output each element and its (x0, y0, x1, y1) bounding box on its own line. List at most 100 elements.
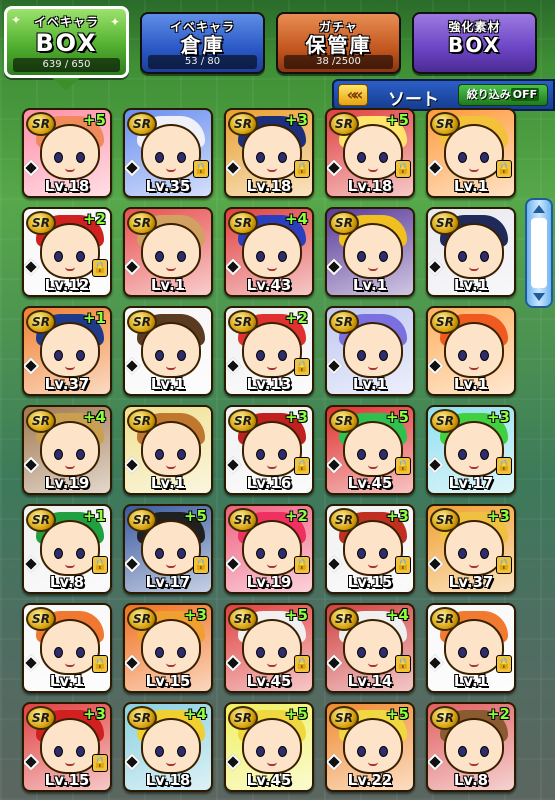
character-card[interactable]: SR +3 Lv.15 (123, 603, 213, 693)
character-eye (379, 350, 388, 361)
lock-icon: 🔒 (92, 259, 108, 277)
character-card[interactable]: SR Lv.1 (123, 306, 213, 396)
character-card[interactable]: SR +3 🔒 Lv.18 (224, 108, 314, 198)
card-level: Lv.17 (448, 474, 494, 492)
character-card[interactable]: SR +5 🔒 Lv.45 (224, 603, 314, 693)
tab-gacha-storage[interactable]: ガチャ 保管庫 38 /2500 (276, 12, 401, 74)
bonus-level: +4 (284, 210, 308, 228)
character-card[interactable]: SR +3 🔒 Lv.15 (22, 702, 112, 792)
character-eye (256, 647, 265, 658)
filter-button[interactable]: 絞り込み OFF (458, 84, 548, 106)
character-eye (76, 251, 85, 262)
sort-button[interactable]: ソート (388, 85, 439, 110)
diamond-icon (327, 654, 343, 672)
character-card[interactable]: SR 🔒 Lv.35 (123, 108, 213, 198)
character-eye (278, 251, 287, 262)
character-eye (177, 746, 186, 757)
character-card[interactable]: SR +4 Lv.43 (224, 207, 314, 297)
character-card[interactable]: SR +3 🔒 Lv.17 (426, 405, 516, 495)
character-card[interactable]: SR +4 🔒 Lv.14 (325, 603, 415, 693)
scrollbar[interactable] (525, 198, 553, 308)
character-card[interactable]: SR +2 Lv.8 (426, 702, 516, 792)
bonus-level: +3 (284, 408, 308, 426)
bonus-level: +5 (284, 606, 308, 624)
character-eye (177, 548, 186, 559)
diamond-icon (125, 555, 141, 573)
sparkle-icon: ✦ (109, 15, 120, 29)
bonus-level: +5 (183, 507, 207, 525)
character-card[interactable]: SR +5 Lv.45 (224, 702, 314, 792)
character-card[interactable]: SR +5 Lv.22 (325, 702, 415, 792)
character-card[interactable]: SR +4 Lv.18 (123, 702, 213, 792)
character-eye (54, 548, 63, 559)
character-eye (458, 548, 467, 559)
bonus-level: +3 (183, 606, 207, 624)
scroll-up-icon (533, 205, 545, 213)
character-card[interactable]: SR 🔒 Lv.1 (426, 108, 516, 198)
character-card[interactable]: SR +2 🔒 Lv.12 (22, 207, 112, 297)
bonus-level: +4 (183, 705, 207, 723)
character-eye (155, 746, 164, 757)
filter-state: OFF (510, 88, 540, 101)
lock-icon: 🔒 (496, 655, 512, 673)
character-eye (76, 647, 85, 658)
card-level: Lv.22 (347, 771, 393, 789)
character-card[interactable]: SR Lv.1 (123, 405, 213, 495)
character-eye (480, 548, 489, 559)
character-eye (458, 152, 467, 163)
character-card[interactable]: SR +3 🔒 Lv.15 (325, 504, 415, 594)
tab-event-chara-warehouse[interactable]: イベキャラ 倉庫 53 / 80 (140, 12, 265, 74)
character-eye (357, 350, 366, 361)
character-card[interactable]: SR 🔒 Lv.1 (22, 603, 112, 693)
diamond-icon (24, 159, 40, 177)
bonus-level: +3 (284, 111, 308, 129)
character-card[interactable]: SR +5 🔒 Lv.18 (325, 108, 415, 198)
sr-rarity-badge: SR (127, 310, 157, 334)
card-level: Lv.1 (453, 177, 489, 195)
character-card[interactable]: SR Lv.1 (123, 207, 213, 297)
character-eye (155, 548, 164, 559)
tab-event-chara-box[interactable]: イベキャラ BOX 639 / 650 ✦ ✦ (4, 6, 129, 78)
character-eye (76, 746, 85, 757)
character-card[interactable]: SR +5 🔒 Lv.17 (123, 504, 213, 594)
diamond-icon (226, 456, 242, 474)
character-card[interactable]: SR +2 🔒 Lv.13 (224, 306, 314, 396)
character-eye (458, 449, 467, 460)
character-card[interactable]: SR +1 Lv.37 (22, 306, 112, 396)
character-card[interactable]: SR 🔒 Lv.1 (426, 603, 516, 693)
tab-material-box[interactable]: 強化素材 BOX (412, 12, 537, 74)
scrollbar-grip[interactable] (531, 218, 547, 288)
card-level: Lv.1 (453, 672, 489, 690)
bonus-level: +3 (385, 507, 409, 525)
double-chevron-left-icon[interactable]: «« (338, 84, 368, 106)
card-level: Lv.1 (453, 375, 489, 393)
character-card[interactable]: SR +5 Lv.18 (22, 108, 112, 198)
lock-icon: 🔒 (395, 160, 411, 178)
character-card[interactable]: SR +3 🔒 Lv.16 (224, 405, 314, 495)
character-eye (177, 350, 186, 361)
character-card[interactable]: SR Lv.1 (325, 306, 415, 396)
sr-rarity-badge: SR (26, 508, 56, 532)
tab-count: 38 /2500 (284, 55, 393, 69)
lock-icon: 🔒 (294, 358, 310, 376)
character-eye (458, 647, 467, 658)
character-card[interactable]: SR +3 🔒 Lv.37 (426, 504, 516, 594)
diamond-icon (428, 159, 444, 177)
character-card[interactable]: SR +2 🔒 Lv.19 (224, 504, 314, 594)
character-card[interactable]: SR Lv.1 (325, 207, 415, 297)
character-card[interactable]: SR Lv.1 (426, 306, 516, 396)
character-eye (278, 647, 287, 658)
lock-icon: 🔒 (92, 754, 108, 772)
character-card[interactable]: SR +1 🔒 Lv.8 (22, 504, 112, 594)
character-eye (155, 647, 164, 658)
sr-rarity-badge: SR (329, 409, 359, 433)
character-card[interactable]: SR +5 🔒 Lv.45 (325, 405, 415, 495)
sr-rarity-badge: SR (329, 607, 359, 631)
character-card[interactable]: SR Lv.1 (426, 207, 516, 297)
bonus-level: +1 (82, 507, 106, 525)
card-level: Lv.1 (150, 276, 186, 294)
character-card[interactable]: SR +4 Lv.19 (22, 405, 112, 495)
card-level: Lv.35 (145, 177, 191, 195)
sr-rarity-badge: SR (26, 607, 56, 631)
diamond-icon (327, 456, 343, 474)
